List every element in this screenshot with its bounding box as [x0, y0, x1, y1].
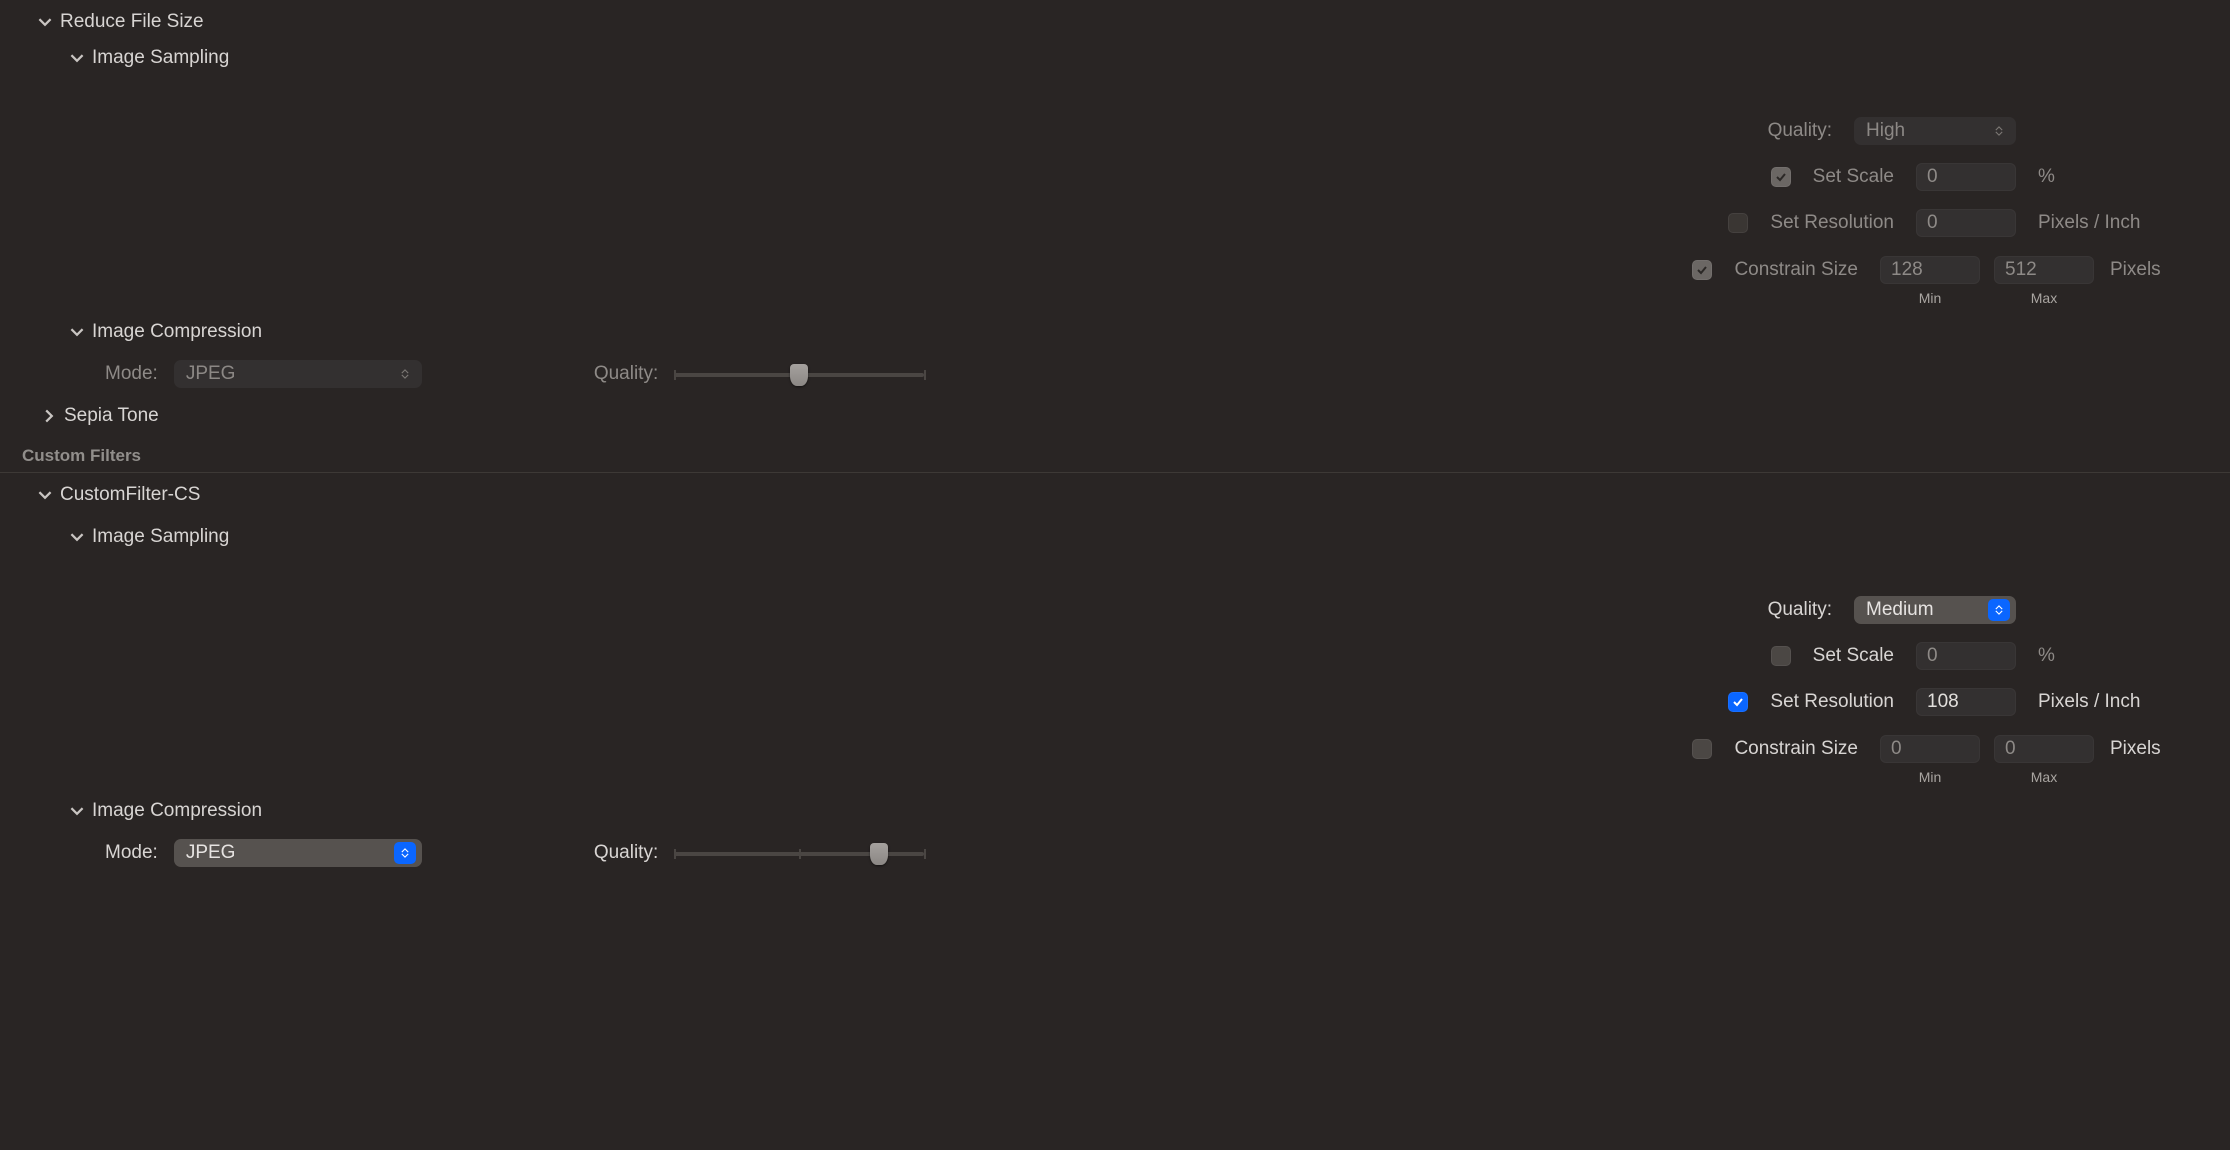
constrain-min-field: 0 — [1880, 735, 1980, 763]
constrain-max-field: 512 — [1994, 256, 2094, 284]
max-label: Max — [2031, 290, 2057, 306]
quality-select: High — [1854, 117, 2016, 145]
chevron-down-icon — [38, 488, 52, 502]
resolution-field[interactable]: 108 — [1916, 688, 2016, 716]
quality-label: Quality: — [1672, 599, 1832, 621]
chevron-down-icon — [70, 51, 84, 65]
ppi-label: Pixels / Inch — [2038, 212, 2180, 234]
chevron-down-icon — [70, 325, 84, 339]
set-scale-checkbox — [1771, 167, 1791, 187]
updown-icon — [1988, 120, 2010, 142]
set-resolution-checkbox[interactable] — [1728, 692, 1748, 712]
subfilter-header-image-sampling[interactable]: Image Sampling — [0, 38, 2230, 78]
resolution-field: 0 — [1916, 209, 2016, 237]
filter-title: Reduce File Size — [60, 11, 204, 33]
pixels-label: Pixels — [2110, 256, 2180, 281]
image-sampling-settings: Quality: High Set Scale 0 % Set Resoluti… — [0, 78, 2230, 312]
filter-header-custom-cs[interactable]: CustomFilter-CS — [0, 473, 2230, 517]
chevron-down-icon — [70, 804, 84, 818]
filter-title: Sepia Tone — [64, 405, 159, 427]
subfilter-title: Image Compression — [92, 800, 262, 822]
pixels-label: Pixels — [2110, 735, 2180, 760]
chevron-down-icon — [38, 15, 52, 29]
compression-settings-2: Mode: JPEG Quality: — [0, 831, 2230, 875]
subfilter-title: Image Sampling — [92, 47, 229, 69]
min-label: Min — [1919, 290, 1942, 306]
mode-select[interactable]: JPEG — [174, 839, 422, 867]
quality-select[interactable]: Medium — [1854, 596, 2016, 624]
image-sampling-settings-2: Quality: Medium Set Scale 0 % Set Resolu… — [0, 557, 2230, 791]
percent-label: % — [2038, 166, 2180, 188]
mode-select: JPEG — [174, 360, 422, 388]
set-resolution-checkbox — [1728, 213, 1748, 233]
quality-slider — [674, 363, 924, 385]
mode-label: Mode: — [105, 363, 158, 385]
subfilter-header-image-compression-2[interactable]: Image Compression — [0, 791, 2230, 831]
mode-value: JPEG — [186, 363, 236, 385]
mode-value: JPEG — [186, 842, 236, 864]
quality-slider-label: Quality: — [594, 842, 658, 864]
scale-field: 0 — [1916, 163, 2016, 191]
quality-value: Medium — [1866, 599, 1934, 621]
quality-label: Quality: — [1672, 120, 1832, 142]
quality-slider-label: Quality: — [594, 363, 658, 385]
filter-title: CustomFilter-CS — [60, 484, 200, 506]
constrain-size-label: Constrain Size — [1734, 256, 1858, 281]
filter-header-sepia-tone[interactable]: Sepia Tone — [0, 396, 2230, 436]
scale-field: 0 — [1916, 642, 2016, 670]
set-scale-label: Set Scale — [1813, 645, 1894, 667]
updown-icon — [394, 842, 416, 864]
percent-label: % — [2038, 645, 2180, 667]
subfilter-title: Image Sampling — [92, 526, 229, 548]
mode-label: Mode: — [105, 842, 158, 864]
chevron-right-icon — [42, 409, 56, 423]
updown-icon — [394, 363, 416, 385]
constrain-size-checkbox — [1692, 260, 1712, 280]
set-resolution-label: Set Resolution — [1770, 212, 1894, 234]
subfilter-header-image-compression[interactable]: Image Compression — [0, 312, 2230, 352]
set-resolution-label: Set Resolution — [1770, 691, 1894, 713]
constrain-size-checkbox[interactable] — [1692, 739, 1712, 759]
chevron-down-icon — [70, 530, 84, 544]
constrain-min-field: 128 — [1880, 256, 1980, 284]
filter-header-reduce-file-size[interactable]: Reduce File Size — [0, 6, 2230, 38]
quality-value: High — [1866, 120, 1905, 142]
ppi-label: Pixels / Inch — [2038, 691, 2180, 713]
section-header-custom-filters: Custom Filters — [0, 436, 2230, 473]
set-scale-checkbox[interactable] — [1771, 646, 1791, 666]
max-label: Max — [2031, 769, 2057, 785]
quality-slider[interactable] — [674, 842, 924, 864]
updown-icon — [1988, 599, 2010, 621]
set-scale-label: Set Scale — [1813, 166, 1894, 188]
subfilter-header-image-sampling-2[interactable]: Image Sampling — [0, 517, 2230, 557]
compression-settings: Mode: JPEG Quality: — [0, 352, 2230, 396]
subfilter-title: Image Compression — [92, 321, 262, 343]
constrain-size-label: Constrain Size — [1734, 735, 1858, 760]
min-label: Min — [1919, 769, 1942, 785]
constrain-max-field: 0 — [1994, 735, 2094, 763]
